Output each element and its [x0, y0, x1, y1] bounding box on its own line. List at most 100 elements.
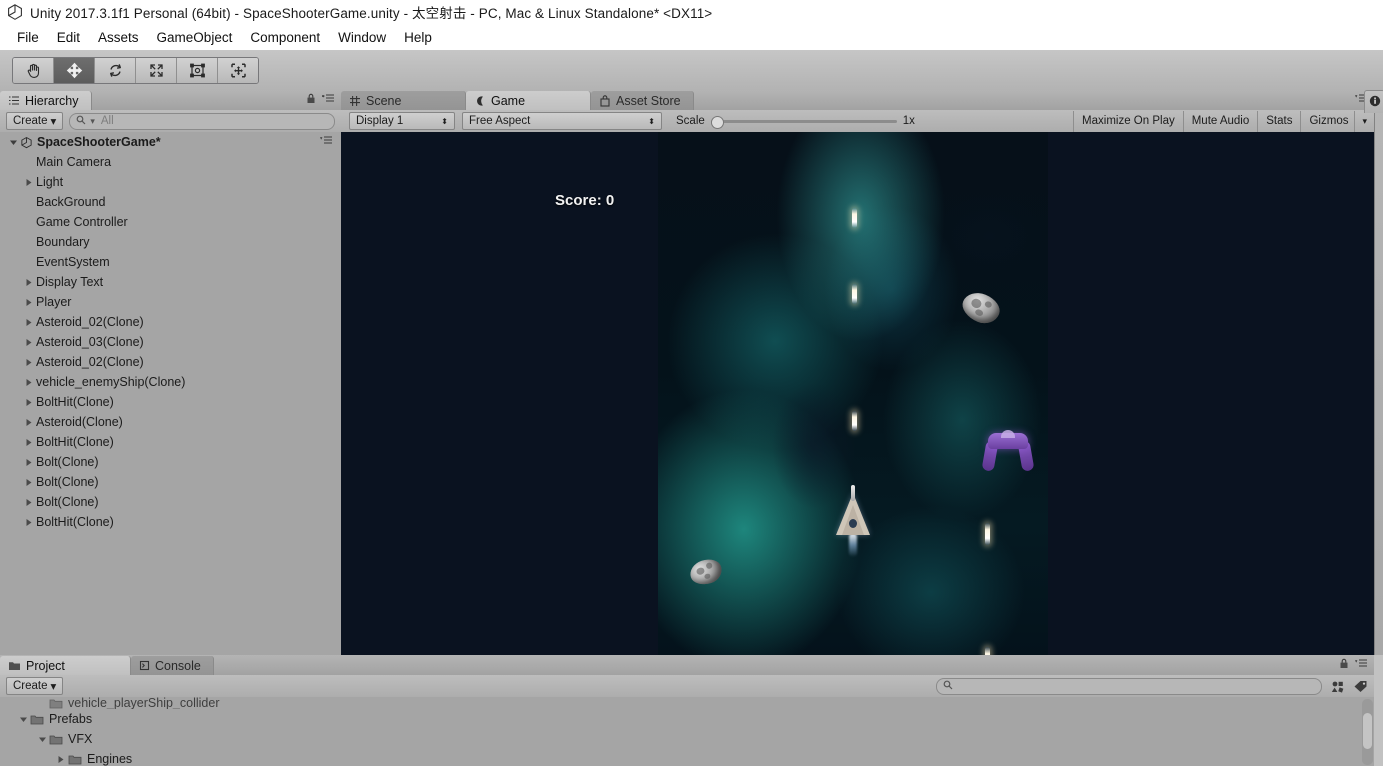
- tab-console[interactable]: Console: [131, 656, 214, 675]
- hierarchy-search-input[interactable]: [98, 114, 328, 128]
- filter-by-type-icon[interactable]: [1330, 680, 1345, 693]
- scene-menu-icon[interactable]: [319, 135, 333, 149]
- menu-gameobject[interactable]: GameObject: [148, 28, 242, 47]
- hierarchy-item[interactable]: BoltHit(Clone): [0, 432, 341, 452]
- maximize-on-play-button[interactable]: Maximize On Play: [1073, 110, 1183, 132]
- move-tool-button[interactable]: [54, 58, 95, 83]
- tab-asset-store[interactable]: Asset Store: [591, 91, 694, 110]
- project-scrollbar-thumb[interactable]: [1363, 713, 1372, 749]
- chevron-right-icon[interactable]: [22, 458, 36, 467]
- hierarchy-item[interactable]: vehicle_enemyShip(Clone): [0, 372, 341, 392]
- scale-slider[interactable]: [710, 115, 897, 129]
- hierarchy-scene-root[interactable]: SpaceShooterGame*: [0, 132, 341, 152]
- menu-window[interactable]: Window: [329, 28, 395, 47]
- chevron-right-icon[interactable]: [22, 378, 36, 387]
- transform-tool-button[interactable]: [218, 58, 258, 83]
- hierarchy-item[interactable]: Boundary: [0, 232, 341, 252]
- hierarchy-item[interactable]: BoltHit(Clone): [0, 512, 341, 532]
- chevron-down-icon[interactable]: [35, 735, 49, 744]
- chevron-right-icon[interactable]: [22, 418, 36, 427]
- rotate-tool-button[interactable]: [95, 58, 136, 83]
- console-icon: [139, 660, 150, 671]
- hierarchy-item[interactable]: Asteroid(Clone): [0, 412, 341, 432]
- chevron-right-icon[interactable]: [22, 338, 36, 347]
- lock-icon[interactable]: [1339, 658, 1349, 672]
- hierarchy-item[interactable]: Asteroid_02(Clone): [0, 312, 341, 332]
- chevron-right-icon[interactable]: [22, 178, 36, 187]
- hierarchy-item[interactable]: Asteroid_03(Clone): [0, 332, 341, 352]
- mute-audio-button[interactable]: Mute Audio: [1182, 110, 1258, 132]
- hierarchy-item[interactable]: Player: [0, 292, 341, 312]
- transform-icon: [230, 62, 247, 79]
- hierarchy-search-field[interactable]: ▾: [69, 112, 335, 130]
- scale-slider-handle[interactable]: [710, 116, 724, 129]
- hierarchy-item-label: BoltHit(Clone): [36, 435, 114, 449]
- project-tree-item[interactable]: Prefabs: [0, 709, 1374, 729]
- hierarchy-item[interactable]: Display Text: [0, 272, 341, 292]
- game-viewport[interactable]: Score: 0: [341, 132, 1374, 655]
- menu-help[interactable]: Help: [395, 28, 441, 47]
- filter-by-label-icon[interactable]: [1353, 680, 1368, 693]
- hierarchy-create-button[interactable]: Create ▾: [6, 112, 64, 130]
- hand-tool-button[interactable]: [13, 58, 54, 83]
- chevron-down-icon[interactable]: [6, 138, 20, 147]
- hierarchy-item[interactable]: Main Camera: [0, 152, 341, 172]
- game-letterbox-left: Score: 0: [341, 132, 658, 655]
- hierarchy-item[interactable]: BackGround: [0, 192, 341, 212]
- chevron-right-icon[interactable]: [22, 478, 36, 487]
- project-create-label: Create: [13, 680, 48, 692]
- chevron-right-icon[interactable]: [22, 398, 36, 407]
- project-create-button[interactable]: Create ▾: [6, 677, 64, 695]
- scale-tool-button[interactable]: [136, 58, 177, 83]
- menu-assets[interactable]: Assets: [89, 28, 148, 47]
- menu-file[interactable]: File: [8, 28, 48, 47]
- stats-button[interactable]: Stats: [1257, 110, 1301, 132]
- hierarchy-item[interactable]: BoltHit(Clone): [0, 392, 341, 412]
- project-tree-item[interactable]: Engines: [0, 749, 1374, 766]
- lock-icon[interactable]: [306, 93, 316, 107]
- hierarchy-item[interactable]: EventSystem: [0, 252, 341, 272]
- chevron-right-icon[interactable]: [22, 318, 36, 327]
- menu-component[interactable]: Component: [241, 28, 329, 47]
- display-dropdown-label: Display 1: [356, 115, 404, 127]
- hierarchy-item[interactable]: Bolt(Clone): [0, 492, 341, 512]
- chevron-right-icon[interactable]: [22, 498, 36, 507]
- tab-inspector[interactable]: [1364, 90, 1383, 113]
- tab-game[interactable]: Game: [466, 91, 591, 110]
- project-search-input[interactable]: [957, 679, 1315, 693]
- chevron-right-icon[interactable]: [22, 518, 36, 527]
- hierarchy-item[interactable]: Game Controller: [0, 212, 341, 232]
- chevron-down-icon[interactable]: [16, 715, 30, 724]
- tab-asset-store-label: Asset Store: [616, 93, 681, 108]
- display-dropdown[interactable]: Display 1 ⬍: [349, 112, 455, 130]
- gizmos-dropdown-button[interactable]: ▾: [1354, 110, 1374, 132]
- chevron-right-icon[interactable]: [22, 438, 36, 447]
- aspect-dropdown[interactable]: Free Aspect ⬍: [462, 112, 662, 130]
- inspector-collapsed-strip[interactable]: [1374, 90, 1383, 655]
- panel-menu-icon[interactable]: [321, 93, 335, 107]
- hierarchy-item[interactable]: Bolt(Clone): [0, 472, 341, 492]
- rect-tool-button[interactable]: [177, 58, 218, 83]
- tab-hierarchy[interactable]: Hierarchy: [0, 91, 92, 110]
- project-tree-item-label: Engines: [87, 752, 133, 766]
- hierarchy-item[interactable]: Asteroid_02(Clone): [0, 352, 341, 372]
- chevron-right-icon[interactable]: [54, 755, 68, 764]
- hierarchy-item[interactable]: Bolt(Clone): [0, 452, 341, 472]
- panel-menu-icon[interactable]: [1354, 658, 1368, 672]
- tab-project[interactable]: Project: [0, 656, 131, 675]
- project-scrollbar[interactable]: [1362, 699, 1373, 765]
- project-tree[interactable]: vehicle_playerShip_collider Prefabs VFX Eng…: [0, 697, 1374, 766]
- chevron-right-icon[interactable]: [22, 298, 36, 307]
- gizmos-button[interactable]: Gizmos: [1300, 110, 1355, 132]
- hierarchy-item[interactable]: Light: [0, 172, 341, 192]
- chevron-right-icon[interactable]: [22, 278, 36, 287]
- scale-slider-group[interactable]: Scale 1x: [676, 115, 915, 129]
- hierarchy-tree[interactable]: SpaceShooterGame* Main Camera Light BackGr…: [0, 132, 341, 655]
- tab-scene[interactable]: Scene: [341, 91, 466, 110]
- project-tree-item[interactable]: VFX: [0, 729, 1374, 749]
- chevron-right-icon[interactable]: [22, 358, 36, 367]
- search-dropdown-icon[interactable]: ▾: [90, 116, 95, 127]
- menu-edit[interactable]: Edit: [48, 28, 89, 47]
- project-search-field[interactable]: [936, 677, 1322, 695]
- project-tree-item[interactable]: vehicle_playerShip_collider: [0, 697, 1374, 709]
